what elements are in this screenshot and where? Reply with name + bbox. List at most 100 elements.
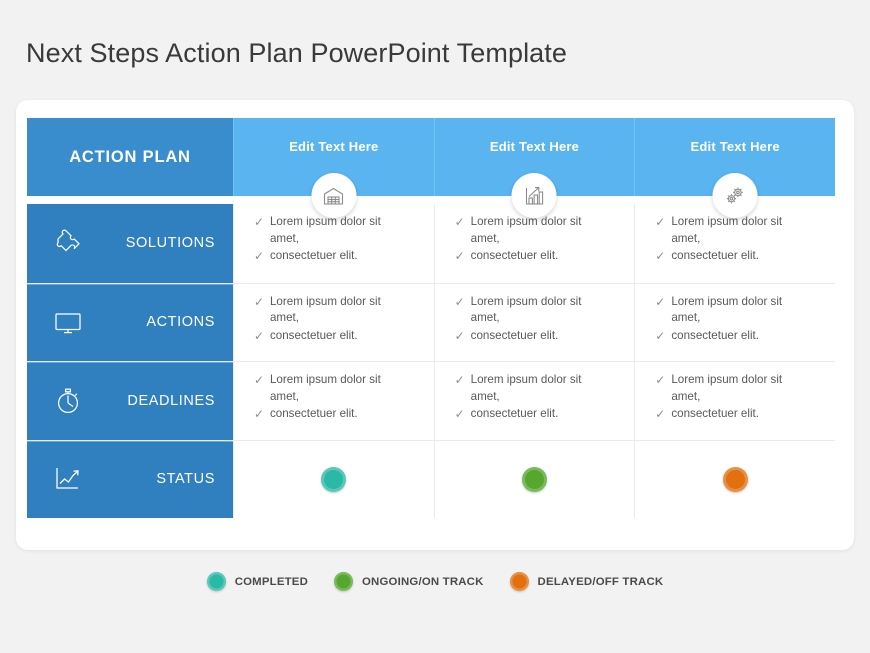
bullet-text: consectetuer elit. [671,328,759,342]
warehouse-icon [311,173,357,218]
list-item: ✓ consectetuer elit. [649,248,825,265]
check-icon: ✓ [454,294,465,309]
bullet-text: consectetuer elit. [470,328,559,342]
page-title: Next Steps Action Plan PowerPoint Templa… [26,38,567,68]
puzzle-piece-icon [49,224,87,262]
cell-status-1[interactable] [232,440,434,518]
action-plan-card: ACTION PLAN Edit Text Here Edit Text Her… [16,100,854,550]
cell-status-2[interactable] [433,440,635,518]
table-body: SOLUTIONS ✓ Lorem ipsum dolor sit amet, … [27,204,835,538]
check-icon: ✓ [253,215,265,229]
legend-item-delayed: DELAYED/OFF TRACK [509,572,664,591]
header-column-2[interactable]: Edit Text Here [433,118,635,218]
list-item: ✓ Lorem ipsum dolor sit amet, [449,294,625,327]
list-item: ✓ consectetuer elit. [248,406,424,423]
legend-label-ongoing: ONGOING/ON TRACK [362,575,484,588]
cell-deadlines-2[interactable]: ✓ Lorem ipsum dolor sit amet, ✓ consecte… [433,362,635,440]
status-legend: COMPLETED ONGOING/ON TRACK DELAYED/OFF T… [0,572,870,591]
row-header-deadlines[interactable]: DEADLINES [27,362,233,440]
table-row: SOLUTIONS ✓ Lorem ipsum dolor sit amet, … [27,204,835,283]
cell-actions-1[interactable]: ✓ Lorem ipsum dolor sit amet, ✓ consecte… [232,283,434,361]
list-item: ✓ Lorem ipsum dolor sit amet, [248,214,424,247]
legend-item-completed: COMPLETED [206,572,308,591]
legend-dot-completed [206,572,226,591]
check-icon: ✓ [655,215,666,229]
bullet-text: Lorem ipsum dolor sit amet, [470,294,582,325]
stopwatch-icon [49,382,87,420]
check-icon: ✓ [253,249,265,263]
status-dot-ongoing [521,466,547,492]
bullet-text: consectetuer elit. [269,407,358,420]
check-icon: ✓ [454,407,465,421]
check-icon: ✓ [454,249,465,263]
table-row: STATUS [27,439,835,518]
cell-actions-3[interactable]: ✓ Lorem ipsum dolor sit amet, ✓ consecte… [634,283,835,361]
status-dot-delayed [722,466,748,492]
cell-deadlines-1[interactable]: ✓ Lorem ipsum dolor sit amet, ✓ consecte… [232,362,434,440]
list-item: ✓ Lorem ipsum dolor sit amet, [449,372,625,405]
check-icon: ✓ [253,294,265,309]
check-icon: ✓ [655,249,666,263]
header-main-cell: ACTION PLAN [27,118,233,196]
check-icon: ✓ [253,407,265,421]
check-icon: ✓ [655,294,666,309]
bullet-text: Lorem ipsum dolor sit amet, [470,373,582,403]
table-header-row: ACTION PLAN Edit Text Here Edit Text Her… [27,118,835,218]
gears-icon [712,173,758,218]
list-item: ✓ consectetuer elit. [449,248,625,265]
list-item: ✓ consectetuer elit. [248,248,424,265]
table-row: DEADLINES ✓ Lorem ipsum dolor sit amet, … [27,361,835,440]
legend-label-completed: COMPLETED [234,575,308,588]
bullet-text: Lorem ipsum dolor sit amet, [671,294,783,325]
cell-status-3[interactable] [634,440,835,518]
legend-item-ongoing: ONGOING/ON TRACK [334,572,484,591]
header-column-3-label[interactable]: Edit Text Here [691,139,780,154]
check-icon: ✓ [655,328,666,343]
bullet-text: consectetuer elit. [470,407,559,420]
list-item: ✓ consectetuer elit. [449,328,625,345]
bullet-text: consectetuer elit. [470,249,559,262]
legend-dot-ongoing [334,572,353,591]
header-column-2-label[interactable]: Edit Text Here [490,139,579,154]
bullet-text: Lorem ipsum dolor sit amet, [671,215,783,245]
bullet-text: Lorem ipsum dolor sit amet, [269,294,381,325]
slide-canvas: Next Steps Action Plan PowerPoint Templa… [0,0,870,653]
check-icon: ✓ [253,328,265,343]
list-item: ✓ Lorem ipsum dolor sit amet, [649,372,825,405]
bullet-text: Lorem ipsum dolor sit amet, [671,373,783,403]
check-icon: ✓ [253,373,265,387]
bar-chart-arrow-icon [511,173,557,218]
header-column-1-label[interactable]: Edit Text Here [289,139,378,154]
header-main-label: ACTION PLAN [69,147,191,166]
list-item: ✓ Lorem ipsum dolor sit amet, [248,372,424,405]
legend-label-delayed: DELAYED/OFF TRACK [537,575,664,588]
status-dot-completed [321,466,347,492]
list-item: ✓ consectetuer elit. [449,406,625,423]
check-icon: ✓ [454,215,465,229]
cell-actions-2[interactable]: ✓ Lorem ipsum dolor sit amet, ✓ consecte… [433,283,635,361]
check-icon: ✓ [454,328,465,343]
bullet-text: Lorem ipsum dolor sit amet, [269,215,381,245]
bullet-text: consectetuer elit. [269,328,358,342]
bullet-text: Lorem ipsum dolor sit amet, [470,215,582,245]
bullet-text: consectetuer elit. [269,249,358,262]
legend-dot-delayed [509,572,529,591]
row-header-solutions[interactable]: SOLUTIONS [27,204,233,283]
list-item: ✓ consectetuer elit. [649,328,825,345]
list-item: ✓ Lorem ipsum dolor sit amet, [449,214,625,247]
list-item: ✓ Lorem ipsum dolor sit amet, [649,294,825,327]
check-icon: ✓ [655,373,666,387]
header-column-1[interactable]: Edit Text Here [232,118,434,218]
header-column-3[interactable]: Edit Text Here [634,118,835,218]
cell-deadlines-3[interactable]: ✓ Lorem ipsum dolor sit amet, ✓ consecte… [634,362,835,440]
list-item: ✓ Lorem ipsum dolor sit amet, [248,294,424,327]
line-chart-icon [49,460,87,498]
row-header-status[interactable]: STATUS [27,440,233,518]
monitor-icon [49,303,87,341]
bullet-text: Lorem ipsum dolor sit amet, [269,373,381,403]
bullet-text: consectetuer elit. [671,407,759,420]
table-row: ACTIONS ✓ Lorem ipsum dolor sit amet, ✓ … [27,282,835,361]
list-item: ✓ consectetuer elit. [248,328,424,345]
row-header-actions[interactable]: ACTIONS [27,283,233,361]
check-icon: ✓ [655,407,666,421]
